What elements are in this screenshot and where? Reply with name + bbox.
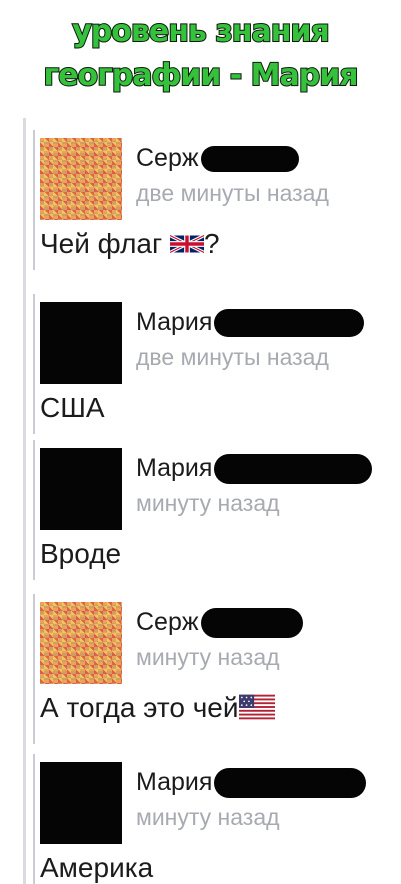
comment-indent-line [33, 294, 35, 434]
comment-indent-line [33, 130, 35, 270]
timestamp[interactable]: минуту назад [136, 804, 280, 831]
timestamp[interactable]: две минуты назад [136, 180, 329, 207]
author-name-row: Серж [136, 608, 303, 639]
thread-line [23, 118, 26, 884]
author-name[interactable]: Мария [136, 768, 212, 796]
comment-item: Мария минуту назад Вроде [33, 440, 401, 580]
comment-text: Вроде [40, 538, 122, 569]
avatar[interactable] [40, 302, 122, 384]
comment-item: Серж две минуты назад Чей флаг ? [33, 130, 401, 270]
author-name[interactable]: Серж [136, 144, 199, 172]
comment-text-row: Чей флаг ? [40, 228, 220, 260]
author-name-row: Мария [136, 768, 367, 799]
redacted-surname [200, 146, 299, 173]
avatar[interactable] [40, 138, 122, 220]
comment-text: США [40, 392, 105, 423]
timestamp[interactable]: минуту назад [136, 490, 280, 517]
author-name-row: Серж [136, 144, 299, 173]
meme-title-line-1: уровень знания [71, 13, 331, 50]
avatar[interactable] [40, 448, 122, 530]
uk-flag-emoji [169, 233, 204, 255]
redacted-surname [214, 454, 373, 485]
comment-indent-line [33, 440, 35, 580]
timestamp[interactable]: две минуты назад [136, 344, 329, 371]
redacted-surname [214, 309, 365, 338]
author-name-row: Мария [136, 454, 373, 485]
author-name-row: Мария [136, 308, 365, 338]
redacted-surname [214, 768, 367, 799]
timestamp[interactable]: минуту назад [136, 644, 280, 671]
comment-indent-line [33, 754, 35, 884]
author-name[interactable]: Мария [136, 308, 212, 336]
comment-text: Чей флаг [40, 228, 163, 259]
comment-indent-line [33, 594, 35, 744]
us-flag-emoji [238, 694, 275, 720]
comment-text: А тогда это чей [40, 692, 239, 723]
author-name[interactable]: Мария [136, 454, 212, 482]
meme-title-line-2: географии - Мария [42, 57, 359, 94]
avatar[interactable] [40, 762, 122, 844]
comment-item: Мария две минуты назад США [33, 294, 401, 434]
redacted-surname [200, 608, 303, 639]
comment-item: Серж минуту назад А тогда это чей [33, 594, 401, 744]
comment-text-row: А тогда это чей [40, 692, 275, 724]
comment-text-suffix: ? [203, 228, 220, 259]
comment-text: Америка [40, 852, 154, 883]
author-name[interactable]: Серж [136, 608, 199, 636]
comment-item: Мария минуту назад Америка [33, 754, 401, 884]
avatar[interactable] [40, 602, 122, 684]
